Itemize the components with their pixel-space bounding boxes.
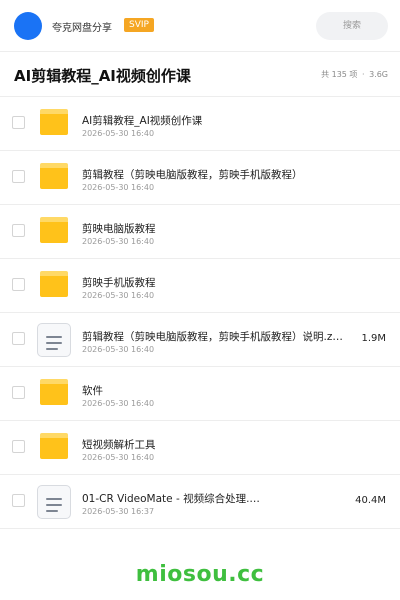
item-date: 2026-05-30 16:40 xyxy=(82,345,155,354)
folder-icon xyxy=(40,109,68,135)
item-name: 剪辑教程（剪映电脑版教程，剪映手机版教程） xyxy=(82,169,303,181)
list-item[interactable]: 剪映电脑版教程 2026-05-30 16:40 xyxy=(0,205,400,259)
avatar[interactable] xyxy=(14,12,42,40)
search-button[interactable]: 搜索 xyxy=(316,12,388,40)
top-bar: 夸克网盘分享 SVIP 搜索 xyxy=(0,0,400,52)
item-checkbox[interactable] xyxy=(12,116,25,129)
item-count: 共 135 项 xyxy=(321,70,358,79)
app-name: 夸克网盘分享 xyxy=(52,23,112,34)
item-date: 2026-05-30 16:40 xyxy=(82,129,155,138)
folder-icon xyxy=(40,163,68,189)
total-size: 3.6G xyxy=(369,70,388,79)
item-checkbox[interactable] xyxy=(12,278,25,291)
item-name: 剪映手机版教程 xyxy=(82,277,156,289)
meta-separator: · xyxy=(361,70,365,79)
item-date: 2026-05-30 16:40 xyxy=(82,237,155,246)
item-size: 1.9M xyxy=(361,333,386,344)
folder-icon xyxy=(40,217,68,243)
item-date: 2026-05-30 16:40 xyxy=(82,183,155,192)
item-checkbox[interactable] xyxy=(12,386,25,399)
folder-icon xyxy=(40,379,68,405)
folder-icon xyxy=(40,271,68,297)
document-icon xyxy=(37,485,71,519)
folder-icon xyxy=(40,433,68,459)
item-checkbox[interactable] xyxy=(12,440,25,453)
item-date: 2026-05-30 16:40 xyxy=(82,453,155,462)
item-size: 40.4M xyxy=(355,495,386,506)
item-checkbox[interactable] xyxy=(12,332,25,345)
item-name: 剪映电脑版教程 xyxy=(82,223,156,235)
file-list: AI剪辑教程_AI视频创作课 2026-05-30 16:40 剪辑教程（剪映电脑版… xyxy=(0,97,400,529)
list-item[interactable]: 01-CR VideoMate - 视频综合处理.… 2026-05-30 16:… xyxy=(0,475,400,529)
item-name: 01-CR VideoMate - 视频综合处理.… xyxy=(82,493,260,505)
list-item[interactable]: 短视频解析工具 2026-05-30 16:40 xyxy=(0,421,400,475)
item-checkbox[interactable] xyxy=(12,224,25,237)
list-item[interactable]: 剪辑教程（剪映电脑版教程，剪映手机版教程）说明.z… 2026-05-30 16:… xyxy=(0,313,400,367)
item-date: 2026-05-30 16:40 xyxy=(82,291,155,300)
item-name: 剪辑教程（剪映电脑版教程，剪映手机版教程）说明.z… xyxy=(82,331,343,343)
item-date: 2026-05-30 16:37 xyxy=(82,507,155,516)
list-item[interactable]: AI剪辑教程_AI视频创作课 2026-05-30 16:40 xyxy=(0,97,400,151)
list-item[interactable]: 剪辑教程（剪映电脑版教程，剪映手机版教程） 2026-05-30 16:40 xyxy=(0,151,400,205)
document-icon xyxy=(37,323,71,357)
item-checkbox[interactable] xyxy=(12,170,25,183)
share-header: AI剪辑教程_AI视频创作课 共 135 项 · 3.6G xyxy=(0,52,400,97)
page-title: AI剪辑教程_AI视频创作课 xyxy=(14,67,191,85)
item-date: 2026-05-30 16:40 xyxy=(82,399,155,408)
item-checkbox[interactable] xyxy=(12,494,25,507)
brand-watermark: miosou.cc xyxy=(135,562,265,587)
item-name: 短视频解析工具 xyxy=(82,439,156,451)
item-name: 软件 xyxy=(82,385,103,397)
list-item[interactable]: 软件 2026-05-30 16:40 xyxy=(0,367,400,421)
svip-badge: SVIP xyxy=(124,18,154,32)
item-name: AI剪辑教程_AI视频创作课 xyxy=(82,115,203,127)
share-meta: 共 135 项 · 3.6G xyxy=(319,69,388,80)
list-item[interactable]: 剪映手机版教程 2026-05-30 16:40 xyxy=(0,259,400,313)
